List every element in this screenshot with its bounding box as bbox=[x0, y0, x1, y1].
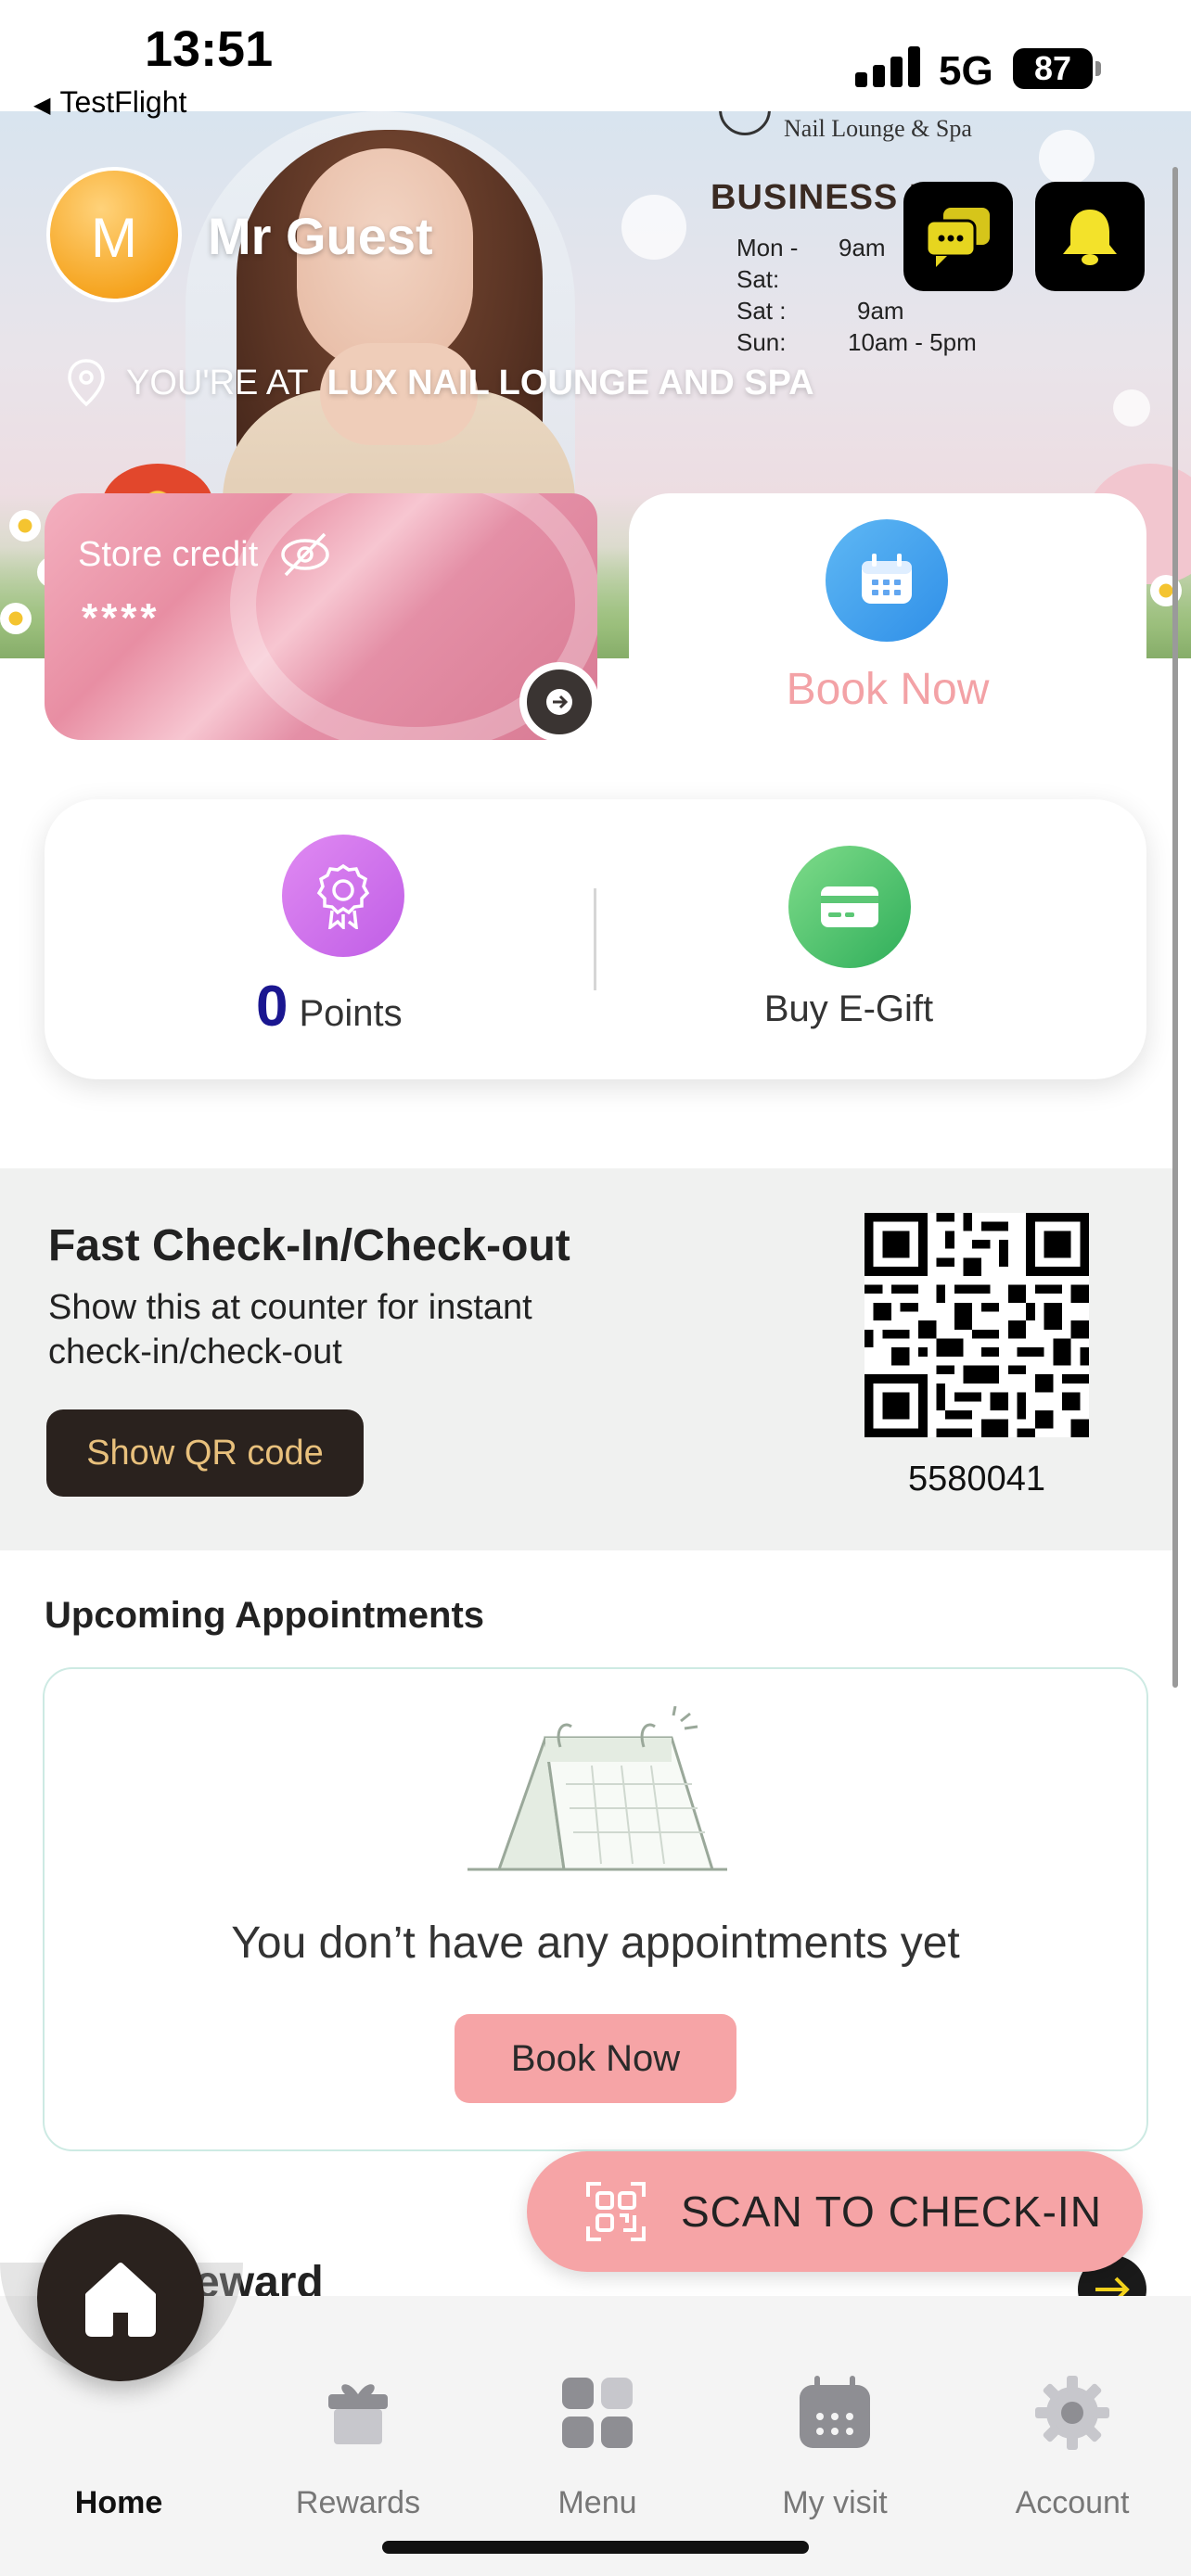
tab-my-visit[interactable]: My visit bbox=[742, 2374, 928, 2522]
calendar-icon bbox=[800, 2376, 870, 2448]
chat-icon bbox=[925, 208, 990, 267]
qr-scan-icon bbox=[586, 2182, 646, 2241]
tab-account-label: Account bbox=[1015, 2485, 1130, 2520]
location-name: LUX NAIL LOUNGE AND SPA bbox=[327, 363, 814, 402]
decor-bubble bbox=[621, 195, 686, 260]
tab-rewards[interactable]: Rewards bbox=[265, 2374, 451, 2522]
tab-menu-label: Menu bbox=[557, 2485, 637, 2520]
gift-box-icon bbox=[328, 2384, 388, 2444]
hours-row: Sun: 10am - 5pm bbox=[736, 326, 977, 358]
back-app-label: TestFlight bbox=[59, 85, 187, 119]
network-type: 5G bbox=[939, 48, 993, 94]
battery-icon: 87 bbox=[1013, 48, 1093, 89]
back-triangle-icon: ◀ bbox=[33, 93, 51, 118]
points-divider bbox=[594, 888, 596, 990]
decor-bubble bbox=[1039, 130, 1095, 185]
cellular-signal-icon bbox=[855, 46, 920, 87]
checkin-code: 5580041 bbox=[908, 1460, 1045, 1498]
store-credit-card[interactable]: Store credit **** bbox=[45, 493, 597, 740]
tab-home-button[interactable] bbox=[37, 2214, 204, 2381]
arrow-right-icon bbox=[546, 689, 572, 715]
store-credit-header: Store credit bbox=[78, 530, 332, 579]
decor-bubble bbox=[1113, 389, 1150, 427]
grid-icon bbox=[562, 2378, 633, 2448]
scan-to-checkin-button[interactable]: SCAN TO CHECK-IN bbox=[527, 2151, 1143, 2272]
avatar[interactable]: M bbox=[46, 167, 182, 302]
tab-rewards-label: Rewards bbox=[295, 2485, 421, 2520]
tab-home[interactable]: Home bbox=[26, 2374, 211, 2522]
tab-menu[interactable]: Menu bbox=[505, 2374, 690, 2522]
location-pin-icon bbox=[68, 359, 105, 407]
qr-code bbox=[864, 1213, 1089, 1437]
gear-icon bbox=[1035, 2376, 1109, 2450]
decor-flower bbox=[0, 603, 32, 634]
store-credit-value: **** bbox=[82, 595, 160, 641]
battery-tip bbox=[1095, 61, 1101, 76]
hours-day: Mon - Sat: bbox=[736, 234, 799, 293]
decor-flower bbox=[9, 510, 41, 542]
back-to-app-link[interactable]: ◀ TestFlight bbox=[33, 85, 186, 120]
badge-icon[interactable] bbox=[282, 835, 404, 957]
bell-icon bbox=[1063, 210, 1117, 265]
home-icon bbox=[85, 2263, 156, 2337]
hours-time: 9am bbox=[839, 234, 886, 261]
store-credit-go-button[interactable] bbox=[519, 662, 599, 742]
tab-my-visit-label: My visit bbox=[782, 2485, 888, 2520]
location-prefix: YOU'RE AT bbox=[126, 363, 309, 402]
book-now-button[interactable]: Book Now bbox=[455, 2014, 736, 2103]
tab-home-label: Home bbox=[74, 2485, 163, 2520]
gift-card-icon[interactable] bbox=[788, 846, 911, 968]
show-qr-code-button[interactable]: Show QR code bbox=[46, 1409, 364, 1497]
points-summary[interactable]: 0 Points bbox=[256, 974, 403, 1039]
eye-slash-icon[interactable] bbox=[278, 530, 332, 579]
status-time: 13:51 bbox=[145, 21, 274, 77]
appointments-empty-message: You don’t have any appointments yet bbox=[231, 1919, 960, 1968]
hours-day: Sat : bbox=[736, 297, 787, 325]
user-name: Mr Guest bbox=[208, 207, 433, 265]
hours-row: Sat : 9am bbox=[736, 295, 977, 326]
brand-subtitle: Nail Lounge & Spa bbox=[784, 115, 972, 142]
business-hours-title: BUSINESS H bbox=[711, 178, 936, 217]
scrollbar[interactable] bbox=[1172, 167, 1178, 1688]
points-label: Points bbox=[299, 993, 403, 1034]
checkin-description: Show this at counter for instant check-i… bbox=[48, 1288, 532, 1371]
tab-account[interactable]: Account bbox=[980, 2374, 1165, 2522]
hours-time: 9am bbox=[857, 297, 904, 325]
book-now-label[interactable]: Book Now bbox=[629, 664, 1146, 715]
notifications-button[interactable] bbox=[1035, 182, 1145, 291]
scan-to-checkin-label: SCAN TO CHECK-IN bbox=[681, 2187, 1102, 2236]
calendar-icon[interactable] bbox=[826, 519, 948, 642]
checkin-title: Fast Check-In/Check-out bbox=[48, 1221, 570, 1270]
store-credit-label: Store credit bbox=[78, 534, 259, 574]
status-bar: 13:51 ◀ TestFlight 5G 87 bbox=[0, 0, 1191, 119]
buy-egift-label[interactable]: Buy E-Gift bbox=[714, 988, 983, 1030]
hours-time: 10am - 5pm bbox=[848, 328, 977, 356]
chat-button[interactable] bbox=[903, 182, 1013, 291]
points-value: 0 bbox=[256, 975, 288, 1039]
calendar-illustration-icon bbox=[467, 1706, 727, 1871]
home-indicator[interactable] bbox=[382, 2541, 809, 2554]
current-location: YOU'RE AT LUX NAIL LOUNGE AND SPA bbox=[65, 358, 814, 408]
hours-day: Sun: bbox=[736, 328, 787, 356]
brand-logo bbox=[719, 111, 771, 135]
upcoming-appointments-title: Upcoming Appointments bbox=[45, 1595, 485, 1636]
